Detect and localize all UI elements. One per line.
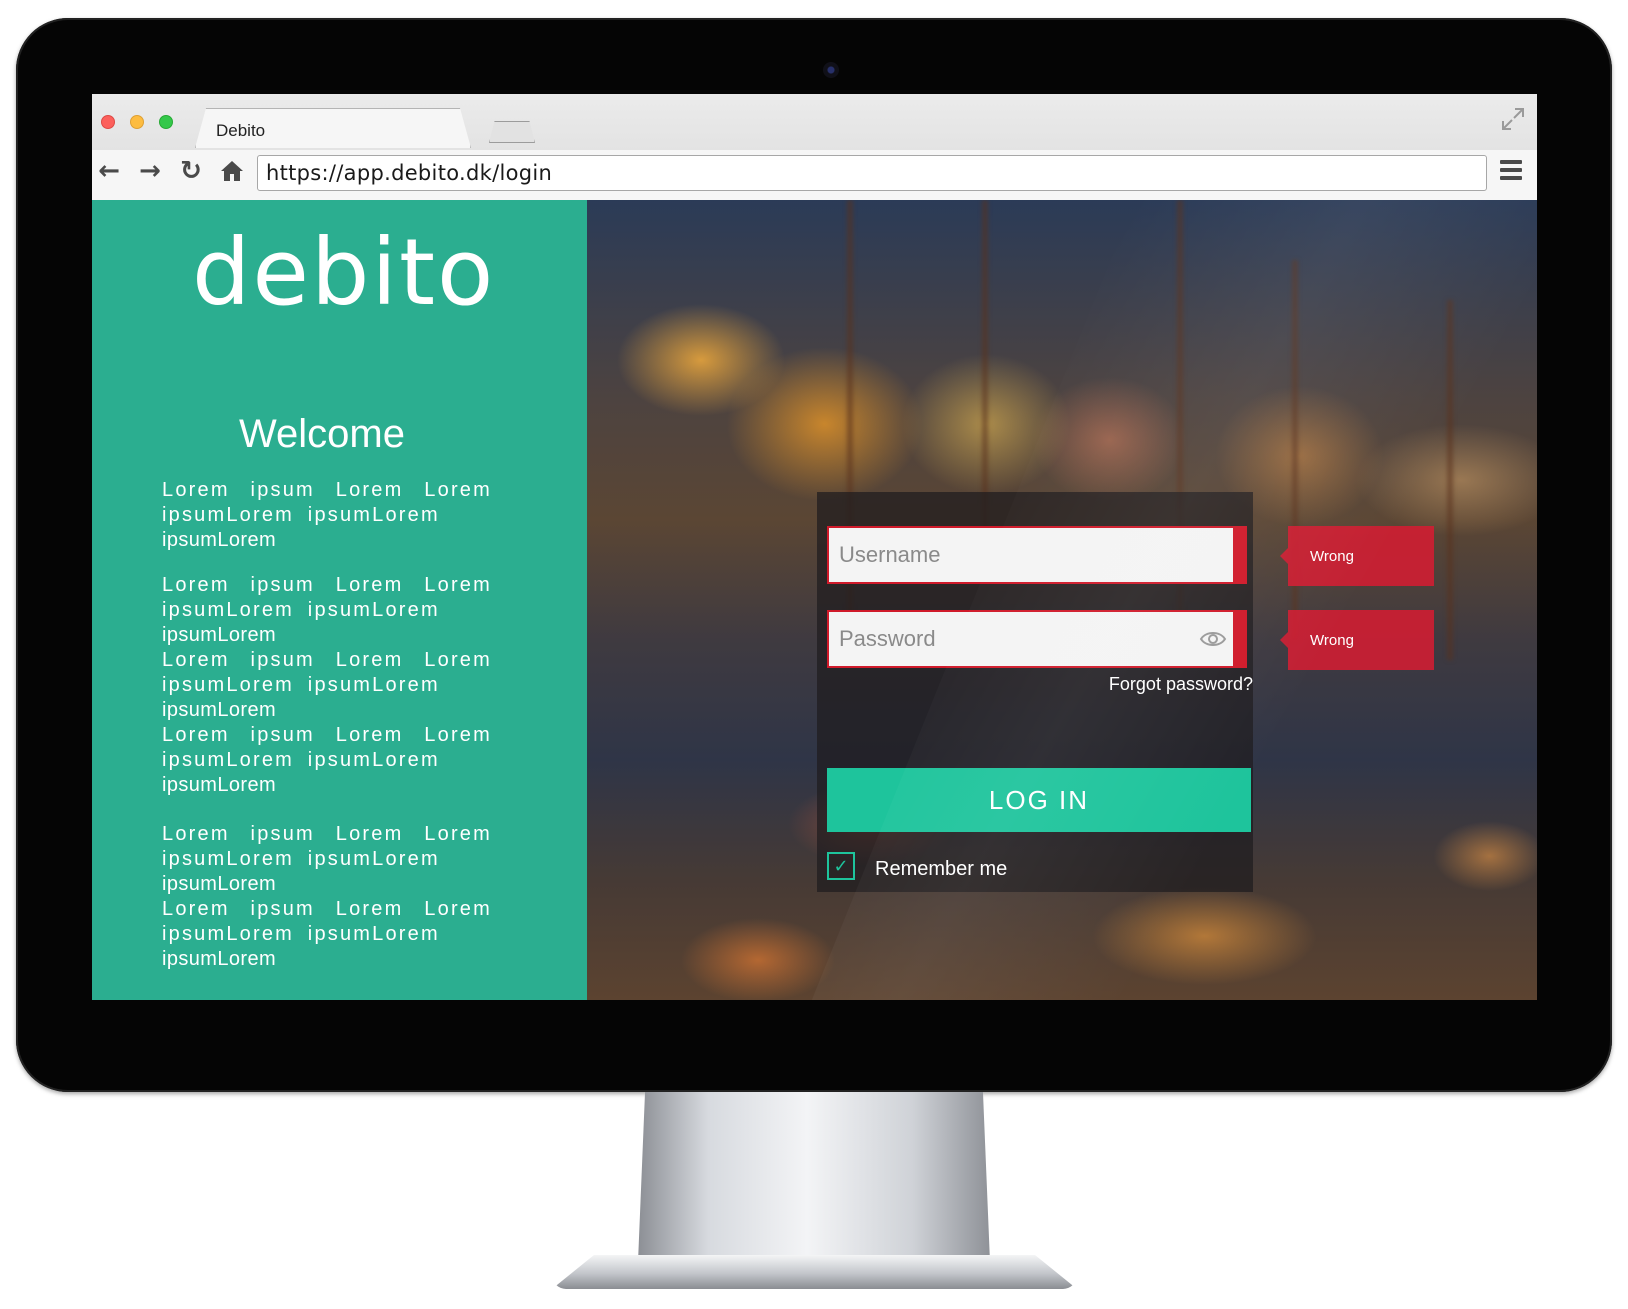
lorem-paragraph: Lorem ipsum Lorem Lorem ipsumLorem ipsum…: [162, 478, 492, 553]
fullscreen-icon[interactable]: [1500, 106, 1526, 132]
back-arrow-icon[interactable]: ←: [94, 156, 124, 186]
close-window-icon[interactable]: [101, 115, 115, 129]
lorem-text: Lorem ipsum Lorem Lorem ipsumLorem ipsum…: [162, 649, 492, 696]
url-text[interactable]: https://app.debito.dk/login: [266, 161, 552, 185]
lorem-paragraph: Lorem ipsum Lorem Lorem ipsumLorem ipsum…: [162, 573, 492, 648]
new-tab-button[interactable]: [489, 121, 535, 143]
lorem-text: ipsumLorem: [162, 774, 277, 796]
lorem-paragraph: Lorem ipsum Lorem Lorem ipsumLorem ipsum…: [162, 897, 492, 972]
hamburger-menu-icon[interactable]: [1500, 160, 1522, 182]
login-button[interactable]: LOG IN: [827, 768, 1251, 832]
checkmark-icon: ✓: [833, 855, 849, 877]
lorem-text: ipsumLorem: [162, 624, 277, 646]
forgot-password-link[interactable]: Forgot password?: [1109, 674, 1253, 695]
minimize-window-icon[interactable]: [130, 115, 144, 129]
lorem-text: Lorem ipsum Lorem Lorem ipsumLorem ipsum…: [162, 479, 492, 526]
eye-icon[interactable]: [1199, 628, 1227, 650]
username-input[interactable]: Username: [827, 526, 1247, 584]
browser-chrome: Debito ← → ↻ https://app.debito.dk/login: [92, 94, 1537, 200]
lorem-paragraph: Lorem ipsum Lorem Lorem ipsumLorem ipsum…: [162, 648, 492, 723]
welcome-panel: debito Welcome Lorem ipsum Lorem Lorem i…: [92, 200, 587, 1000]
camera-icon: [823, 62, 839, 78]
zoom-window-icon[interactable]: [159, 115, 173, 129]
remember-me-label: Remember me: [875, 858, 1008, 880]
welcome-heading: Welcome: [239, 412, 405, 456]
forward-arrow-icon[interactable]: →: [135, 156, 165, 186]
debito-logo: debito: [192, 219, 496, 326]
web-page: debito Welcome Lorem ipsum Lorem Lorem i…: [92, 200, 1537, 1000]
lorem-text: ipsumLorem: [162, 529, 277, 551]
lorem-paragraph: Lorem ipsum Lorem Lorem ipsumLorem ipsum…: [162, 723, 492, 798]
password-input[interactable]: Password: [827, 610, 1247, 668]
lorem-text: ipsumLorem: [162, 699, 277, 721]
monitor-stand: [638, 1092, 990, 1262]
lorem-text: Lorem ipsum Lorem Lorem ipsumLorem ipsum…: [162, 823, 492, 870]
lorem-text: Lorem ipsum Lorem Lorem ipsumLorem ipsum…: [162, 898, 492, 945]
login-form: Username Password Forgot password? LOG I…: [817, 492, 1253, 892]
lorem-paragraph: Lorem ipsum Lorem Lorem ipsumLorem ipsum…: [162, 822, 492, 897]
tab-title: Debito: [216, 121, 266, 140]
password-error-tooltip: Wrong: [1280, 610, 1434, 670]
home-icon[interactable]: [217, 156, 247, 186]
password-placeholder: Password: [839, 626, 936, 651]
mast-shape: [1447, 300, 1453, 660]
remember-me-checkbox[interactable]: ✓: [827, 852, 855, 880]
lorem-text: ipsumLorem: [162, 873, 277, 895]
lorem-text: Lorem ipsum Lorem Lorem ipsumLorem ipsum…: [162, 724, 492, 771]
username-placeholder: Username: [839, 542, 941, 567]
reload-icon[interactable]: ↻: [176, 156, 206, 186]
screen: Debito ← → ↻ https://app.debito.dk/login…: [92, 94, 1537, 1000]
lorem-text: Lorem ipsum Lorem Lorem ipsumLorem ipsum…: [162, 574, 492, 621]
lorem-text: ipsumLorem: [162, 948, 277, 970]
monitor-stand-base: [552, 1255, 1077, 1289]
username-error-tooltip: Wrong: [1280, 526, 1434, 586]
